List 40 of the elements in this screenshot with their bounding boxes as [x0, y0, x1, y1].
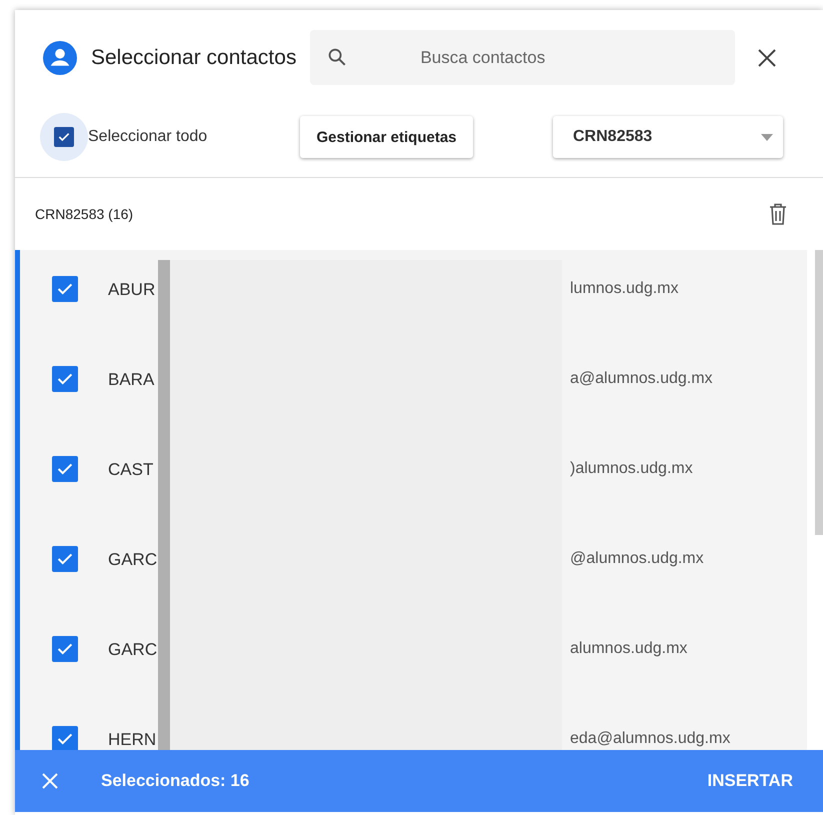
scrollbar[interactable]	[815, 250, 823, 535]
group-title: CRN82583 (16)	[35, 206, 134, 222]
search-icon	[326, 46, 348, 68]
contact-name: GARC	[108, 640, 158, 660]
contact-name: HERN	[108, 730, 158, 750]
contact-name: CAST	[108, 460, 154, 480]
manage-labels-button[interactable]: Gestionar etiquetas	[300, 116, 473, 158]
contact-email: a@alumnos.udg.mx	[570, 370, 713, 388]
contact-row[interactable]: CAST )alumnos.udg.mx	[15, 430, 807, 520]
contact-email: )alumnos.udg.mx	[570, 460, 693, 478]
contact-checkbox[interactable]	[52, 366, 78, 392]
trash-icon[interactable]	[769, 203, 787, 225]
contact-row[interactable]: HERN eda@alumnos.udg.mx	[15, 700, 807, 750]
dialog-title: Seleccionar contactos	[91, 46, 296, 70]
contact-checkbox[interactable]	[52, 636, 78, 662]
contact-email: lumnos.udg.mx	[570, 280, 678, 298]
contact-name: GARC	[108, 550, 158, 570]
dropdown-value: CRN82583	[573, 128, 652, 146]
contact-checkbox[interactable]	[52, 726, 78, 750]
select-all-label: Seleccionar todo	[88, 128, 208, 146]
contact-name: BARA	[108, 370, 156, 390]
selected-count: Seleccionados: 16	[101, 771, 250, 791]
contact-checkbox[interactable]	[52, 276, 78, 302]
close-icon[interactable]	[757, 48, 778, 68]
contact-row[interactable]: BARA a@alumnos.udg.mx	[15, 340, 807, 430]
person-icon	[43, 40, 77, 74]
label-dropdown[interactable]: CRN82583	[553, 116, 783, 158]
contact-email: alumnos.udg.mx	[570, 640, 688, 658]
select-all-checkbox[interactable]	[54, 127, 74, 147]
contact-email: @alumnos.udg.mx	[570, 550, 704, 568]
contact-email: eda@alumnos.udg.mx	[570, 730, 730, 748]
search-field[interactable]: Busca contactos	[310, 30, 736, 85]
contact-name: ABUR	[108, 280, 156, 300]
dropdown-caret-icon	[761, 134, 773, 140]
contact-row[interactable]: GARC @alumnos.udg.mx	[15, 520, 807, 610]
contact-row[interactable]: ABUR lumnos.udg.mx	[15, 250, 807, 340]
contact-checkbox[interactable]	[52, 456, 78, 482]
insert-button[interactable]: INSERTAR	[701, 770, 799, 792]
contact-row[interactable]: GARC alumnos.udg.mx	[15, 610, 807, 700]
contact-checkbox[interactable]	[52, 546, 78, 572]
